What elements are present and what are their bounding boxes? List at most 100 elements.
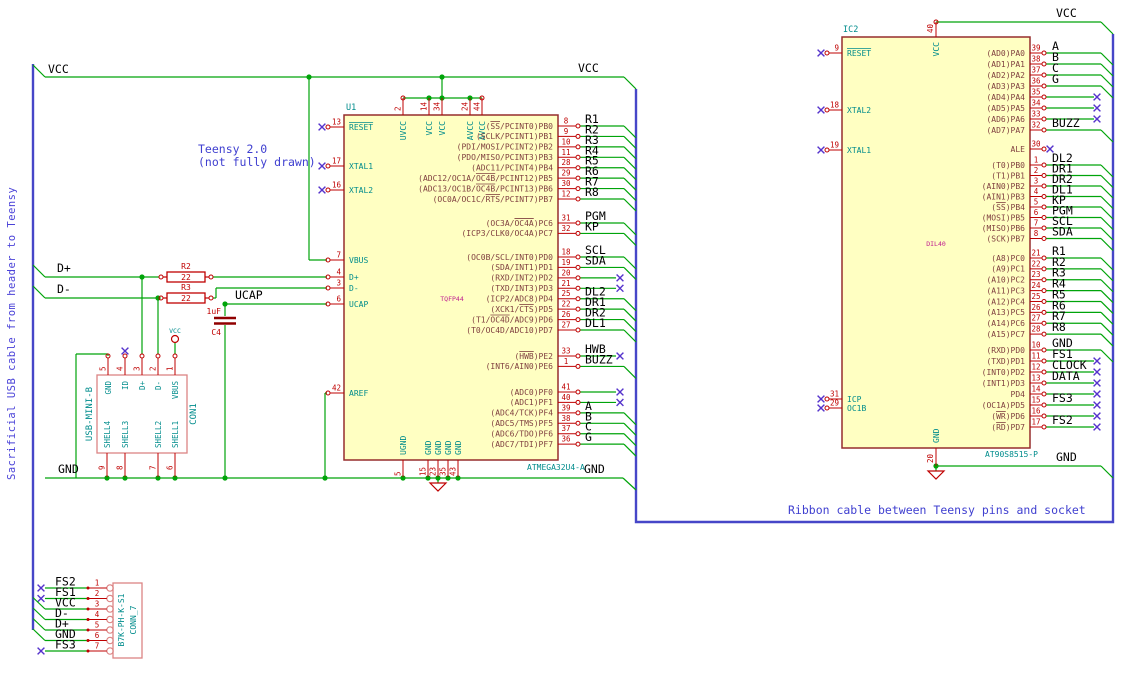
net-label-g[interactable]: G — [585, 430, 592, 444]
net-label-ucap[interactable]: UCAP — [235, 288, 263, 302]
note-sacrificial-cable[interactable]: Sacrificial USB cable from header to Tee… — [6, 187, 18, 480]
note-ribbon[interactable]: Ribbon cable between Teensy pins and soc… — [788, 503, 1086, 517]
pin-end-circle — [575, 186, 581, 192]
schematic-canvas: U1 TQFP44 ATMEGA32U4-A 2 UVCC 14 VCC 34 VCC 24 AVC… — [0, 0, 1131, 690]
net-label-r8[interactable]: R8 — [585, 185, 599, 199]
pin-number: 18 — [830, 101, 840, 110]
pin-name: (ADC12/OC1A/OC4B/PCINT12)PB5 — [418, 174, 553, 183]
pin-name: SHELL4 — [103, 420, 112, 448]
pin-name: SHELL2 — [154, 421, 163, 448]
wire — [1100, 21, 1114, 35]
net-label-fs2[interactable]: FS2 — [1052, 413, 1073, 427]
pin-end-circle — [1041, 380, 1047, 386]
wire — [623, 233, 637, 246]
net-label-d-[interactable]: D- — [57, 282, 71, 296]
ic2-package: DIL40 — [926, 240, 946, 248]
pin-number: 9 — [834, 44, 839, 53]
pin-name: (TXD)PD1 — [986, 357, 1025, 366]
net-label-buzz[interactable]: BUZZ — [585, 352, 613, 366]
wire — [623, 412, 637, 426]
pin-number: 8 — [564, 117, 569, 126]
pin-end — [86, 586, 90, 590]
pin-name: OC1B — [847, 404, 866, 413]
pin-name: RESET — [349, 123, 373, 132]
pin-number: 21 — [561, 279, 570, 288]
junction-dot — [306, 74, 312, 80]
wire — [623, 319, 637, 333]
wire — [623, 308, 637, 322]
wire — [32, 264, 46, 278]
resistor-ref: R2 — [181, 262, 191, 271]
vcc-power-label: VCC — [169, 327, 181, 335]
net-label-r8[interactable]: R8 — [1052, 320, 1066, 334]
pin-number: 17 — [332, 157, 341, 166]
pin-number: 35 — [439, 467, 448, 476]
net-label-gnd[interactable]: GND — [584, 462, 605, 476]
pin-end-circle — [1041, 288, 1047, 294]
pin-name: XTAL2 — [847, 106, 871, 115]
net-label-sda[interactable]: SDA — [585, 253, 606, 267]
net-label-buzz[interactable]: BUZZ — [1052, 116, 1080, 130]
pin-end-circle — [1041, 424, 1047, 430]
ic2-component[interactable]: IC2DIL40AT90S8515-P40VCC20GND9RESET18XTA… — [817, 19, 1047, 466]
net-label-g[interactable]: G — [1052, 72, 1059, 86]
net-label-vcc[interactable]: VCC — [578, 61, 599, 75]
pin-end — [86, 639, 90, 642]
net-label-dl1[interactable]: DL1 — [585, 316, 606, 330]
wire — [1100, 257, 1114, 271]
pin-end — [86, 649, 90, 653]
pin-name: (A14)PC6 — [986, 319, 1025, 328]
pin-name: (ADC0)PF0 — [510, 388, 554, 397]
pin-name: (ICP3/CLK0/OC4A)PC7 — [461, 229, 553, 238]
pin-name: (OC0A/OC1C/RTS/PCINT7)PB7 — [433, 195, 554, 204]
pin-name: (SS/PCINT0)PB0 — [486, 122, 554, 131]
pin-end-circle — [575, 123, 581, 129]
conn7-connector[interactable]: B7K-PH-K-S1 CONN_7 12 34 56 7 — [86, 579, 143, 659]
u1-part: ATMEGA32U4-A — [527, 463, 585, 472]
net-label-data[interactable]: DATA — [1052, 369, 1080, 383]
wire — [32, 64, 46, 78]
net-label-vcc[interactable]: VCC — [1056, 6, 1077, 20]
net-label-vcc[interactable]: VCC — [48, 62, 69, 76]
pin-name: VCC — [438, 121, 447, 136]
pin-number: 2 — [394, 106, 403, 111]
pin-end-circle — [1041, 391, 1047, 397]
pin-number: 12 — [561, 190, 570, 199]
pin-number: 1 — [1034, 156, 1039, 165]
wire — [1100, 196, 1114, 209]
pin-number: 43 — [449, 467, 458, 476]
net-label-kp[interactable]: KP — [585, 219, 599, 233]
pin-name: (RXD)PD0 — [986, 346, 1025, 355]
note-teensy[interactable]: Teensy 2.0 (not fully drawn) — [198, 143, 316, 169]
net-label-fs3[interactable]: FS3 — [55, 638, 76, 652]
usb-value: USB-MINI-B — [85, 387, 95, 441]
pin-end-circle — [1041, 277, 1047, 283]
pin-name: GND — [424, 440, 433, 455]
pin-number: 20 — [926, 453, 935, 463]
pin-end-circle — [575, 230, 581, 236]
wire — [623, 256, 637, 270]
pin-end-circle — [1041, 266, 1047, 272]
junction-dot — [139, 274, 145, 280]
pin-end-circle — [1041, 173, 1047, 178]
pin-end-circle — [172, 353, 178, 359]
wire — [623, 267, 637, 280]
pin-number: 39 — [561, 403, 570, 412]
pin-number: 9 — [564, 127, 569, 136]
pin-number: 31 — [561, 214, 570, 223]
pin-number: 7 — [1034, 219, 1039, 228]
u1-component[interactable]: U1TQFP44ATMEGA32U4-A2UVCC14VCC34VCC24AVC… — [318, 95, 585, 477]
pin-number: 41 — [561, 383, 570, 392]
net-label-d+[interactable]: D+ — [57, 261, 71, 275]
net-label-fs3[interactable]: FS3 — [1052, 391, 1073, 405]
pin-number: 24 — [461, 101, 470, 111]
net-label-sda[interactable]: SDA — [1052, 225, 1073, 239]
pin-end-circle — [575, 420, 581, 426]
net-label-gnd[interactable]: GND — [58, 462, 79, 476]
wire — [623, 366, 637, 379]
pin-number: 10 — [1031, 341, 1041, 350]
wire — [1100, 465, 1114, 479]
pin-end-circle — [158, 274, 164, 280]
pin-number: 40 — [926, 23, 935, 33]
net-label-gnd[interactable]: GND — [1056, 450, 1077, 464]
